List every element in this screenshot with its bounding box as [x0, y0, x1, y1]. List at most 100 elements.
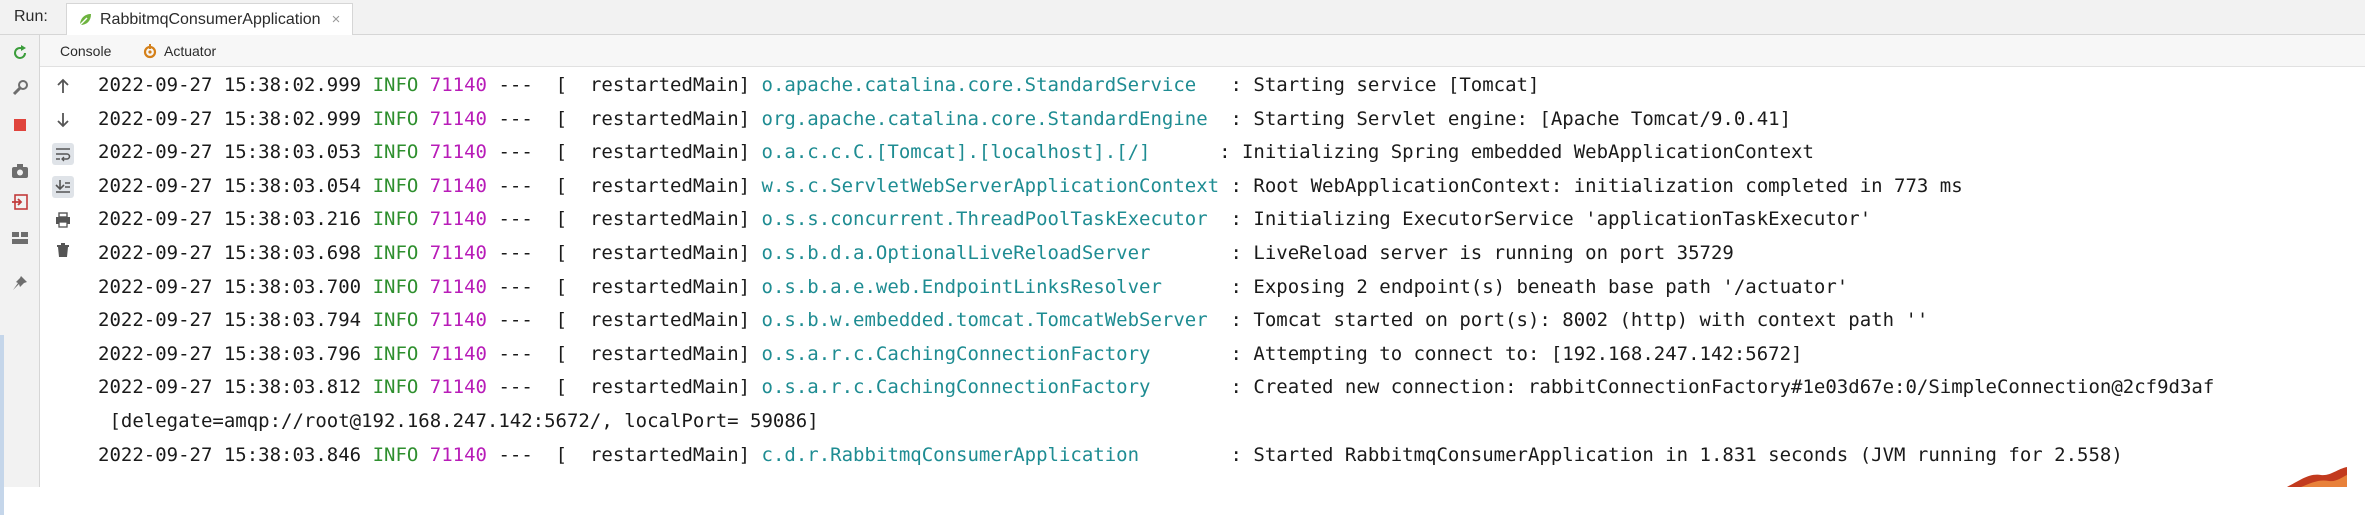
log-pid: 71140	[429, 443, 487, 466]
log-line: 2022-09-27 15:38:03.794 INFO 71140 --- […	[98, 304, 2358, 338]
log-thread: --- [ restartedMain]	[498, 443, 762, 466]
log-line: 2022-09-27 15:38:03.053 INFO 71140 --- […	[98, 136, 2358, 170]
log-thread: --- [ restartedMain]	[498, 74, 762, 96]
log-message: : Initializing ExecutorService 'applicat…	[1230, 208, 1872, 231]
import-icon[interactable]	[10, 192, 30, 212]
log-logger: o.s.a.r.c.CachingConnectionFactory	[761, 342, 1231, 365]
log-pid: 71140	[429, 174, 487, 197]
log-message: : Tomcat started on port(s): 8002 (http)…	[1230, 309, 1929, 332]
log-thread: --- [ restartedMain]	[498, 376, 762, 399]
log-logger: org.apache.catalina.core.StandardEngine	[761, 107, 1231, 130]
tab-actuator[interactable]: Actuator	[142, 35, 216, 66]
layout-icon[interactable]	[10, 228, 30, 248]
log-timestamp: 2022-09-27 15:38:03.796	[98, 342, 362, 365]
log-line: 2022-09-27 15:38:02.999 INFO 71140 --- […	[98, 103, 2358, 137]
log-continuation: [delegate=amqp://root@192.168.247.142:56…	[98, 409, 819, 432]
log-level: INFO	[372, 443, 419, 466]
settings-icon[interactable]	[10, 78, 30, 98]
log-line: 2022-09-27 15:38:02.999 INFO 71140 --- […	[98, 69, 2358, 103]
log-timestamp: 2022-09-27 15:38:03.846	[98, 443, 362, 466]
log-logger: o.s.b.w.embedded.tomcat.TomcatWebServer	[761, 309, 1231, 332]
stop-icon[interactable]	[10, 115, 30, 135]
log-thread: --- [ restartedMain]	[498, 275, 762, 298]
log-timestamp: 2022-09-27 15:38:02.999	[98, 74, 362, 96]
log-logger: c.d.r.RabbitmqConsumerApplication	[761, 443, 1231, 466]
log-level: INFO	[372, 241, 419, 264]
arrow-down-icon[interactable]	[52, 109, 74, 131]
left-toolbar	[0, 35, 40, 515]
log-line: 2022-09-27 15:38:03.216 INFO 71140 --- […	[98, 203, 2358, 237]
log-thread: --- [ restartedMain]	[498, 107, 762, 130]
log-thread: --- [ restartedMain]	[498, 309, 762, 332]
log-logger: o.s.a.r.c.CachingConnectionFactory	[761, 376, 1231, 399]
log-pid: 71140	[429, 208, 487, 231]
log-timestamp: 2022-09-27 15:38:03.054	[98, 174, 362, 197]
log-timestamp: 2022-09-27 15:38:03.053	[98, 141, 362, 164]
tab-actuator-label: Actuator	[164, 42, 217, 59]
close-icon[interactable]: ×	[332, 11, 341, 28]
brand-logo-icon	[2287, 467, 2347, 487]
trash-icon[interactable]	[52, 239, 74, 261]
log-pid: 71140	[429, 141, 487, 164]
log-level: INFO	[372, 107, 419, 130]
log-logger: o.s.b.a.e.web.EndpointLinksResolver	[761, 275, 1231, 298]
log-pid: 71140	[429, 309, 487, 332]
spring-leaf-icon	[79, 13, 91, 25]
log-pid: 71140	[429, 107, 487, 130]
log-logger: o.apache.catalina.core.StandardService	[761, 74, 1231, 96]
log-message: : Initializing Spring embedded WebApplic…	[1219, 141, 1814, 164]
log-pid: 71140	[429, 275, 487, 298]
log-timestamp: 2022-09-27 15:38:02.999	[98, 107, 362, 130]
pin-icon[interactable]	[10, 273, 30, 293]
log-pid: 71140	[429, 241, 487, 264]
log-timestamp: 2022-09-27 15:38:03.698	[98, 241, 362, 264]
log-line: 2022-09-27 15:38:03.812 INFO 71140 --- […	[98, 371, 2358, 405]
log-line: 2022-09-27 15:38:03.700 INFO 71140 --- […	[98, 271, 2358, 305]
run-tab-title: RabbitmqConsumerApplication	[100, 10, 321, 28]
log-level: INFO	[372, 342, 419, 365]
log-message: : Started RabbitmqConsumerApplication in…	[1230, 443, 2123, 466]
log-level: INFO	[372, 275, 419, 298]
log-line: 2022-09-27 15:38:03.054 INFO 71140 --- […	[98, 170, 2358, 204]
run-label: Run:	[14, 8, 48, 25]
side-panel-strip[interactable]	[0, 335, 4, 515]
log-pid: 71140	[429, 376, 487, 399]
log-logger: o.s.b.d.a.OptionalLiveReloadServer	[761, 241, 1231, 264]
log-message: : Attempting to connect to: [192.168.247…	[1230, 342, 1803, 365]
log-level: INFO	[372, 174, 419, 197]
log-thread: --- [ restartedMain]	[498, 174, 762, 197]
actuator-icon	[143, 43, 157, 58]
print-icon[interactable]	[52, 209, 74, 231]
log-timestamp: 2022-09-27 15:38:03.812	[98, 376, 362, 399]
log-message: : Root WebApplicationContext: initializa…	[1230, 174, 1963, 197]
log-line: 2022-09-27 15:38:03.846 INFO 71140 --- […	[98, 439, 2358, 473]
scroll-to-end-icon[interactable]	[52, 176, 74, 198]
log-level: INFO	[372, 74, 419, 96]
log-timestamp: 2022-09-27 15:38:03.794	[98, 309, 362, 332]
camera-icon[interactable]	[10, 161, 30, 181]
log-level: INFO	[372, 309, 419, 332]
log-pid: 71140	[429, 74, 487, 96]
log-logger: w.s.c.ServletWebServerApplicationContext	[761, 174, 1231, 197]
log-line: 2022-09-27 15:38:03.698 INFO 71140 --- […	[98, 237, 2358, 271]
log-timestamp: 2022-09-27 15:38:03.700	[98, 275, 362, 298]
log-message: : LiveReload server is running on port 3…	[1230, 241, 1734, 264]
log-timestamp: 2022-09-27 15:38:03.216	[98, 208, 362, 231]
log-thread: --- [ restartedMain]	[498, 342, 762, 365]
log-message: : Exposing 2 endpoint(s) beneath base pa…	[1230, 275, 1849, 298]
run-tab[interactable]: RabbitmqConsumerApplication ×	[66, 3, 354, 35]
log-thread: --- [ restartedMain]	[498, 141, 762, 164]
console-subtabs: Console Actuator	[40, 35, 2365, 67]
rerun-icon[interactable]	[10, 43, 30, 63]
arrow-up-icon[interactable]	[52, 75, 74, 97]
log-thread: --- [ restartedMain]	[498, 208, 762, 231]
tab-console-label: Console	[60, 42, 112, 59]
run-toolbar: Run: RabbitmqConsumerApplication ×	[0, 0, 2365, 35]
tab-console[interactable]: Console	[60, 35, 111, 66]
log-message: : Created new connection: rabbitConnecti…	[1230, 376, 2215, 399]
log-message: : Starting Servlet engine: [Apache Tomca…	[1230, 107, 1792, 130]
log-level: INFO	[372, 376, 419, 399]
log-level: INFO	[372, 208, 419, 231]
soft-wrap-icon[interactable]	[52, 143, 74, 165]
console-output[interactable]: 2022-09-27 15:38:02.999 INFO 71140 --- […	[98, 69, 2358, 472]
